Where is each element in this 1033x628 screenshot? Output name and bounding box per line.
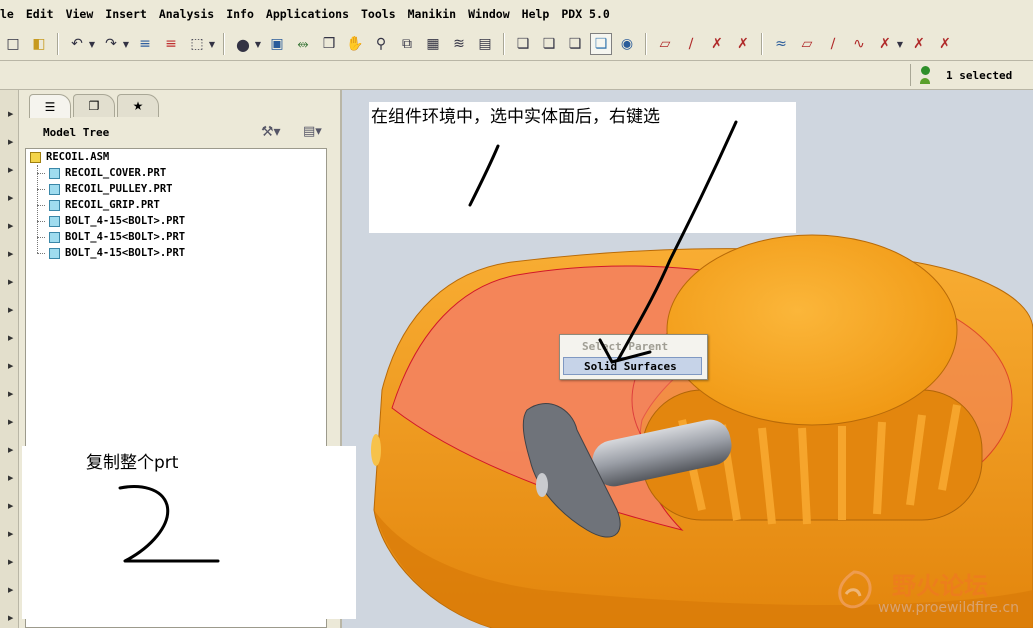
watermark-title: 野火论坛 [892,572,988,600]
handwriting-overlay [118,120,738,563]
handwritten-digit-1-mark [468,144,500,207]
model-tree-tab[interactable]: ☰ [29,94,71,118]
watermark-logo-icon [838,570,872,609]
site-watermark: 野火论坛 www.proewildfire.cn [822,560,1032,626]
watermark-url: www.proewildfire.cn [878,600,1020,616]
handwritten-digit-2-mark [118,485,220,563]
handwritten-arrowhead-mark [598,338,652,364]
handwritten-arrow-mark [616,120,738,362]
